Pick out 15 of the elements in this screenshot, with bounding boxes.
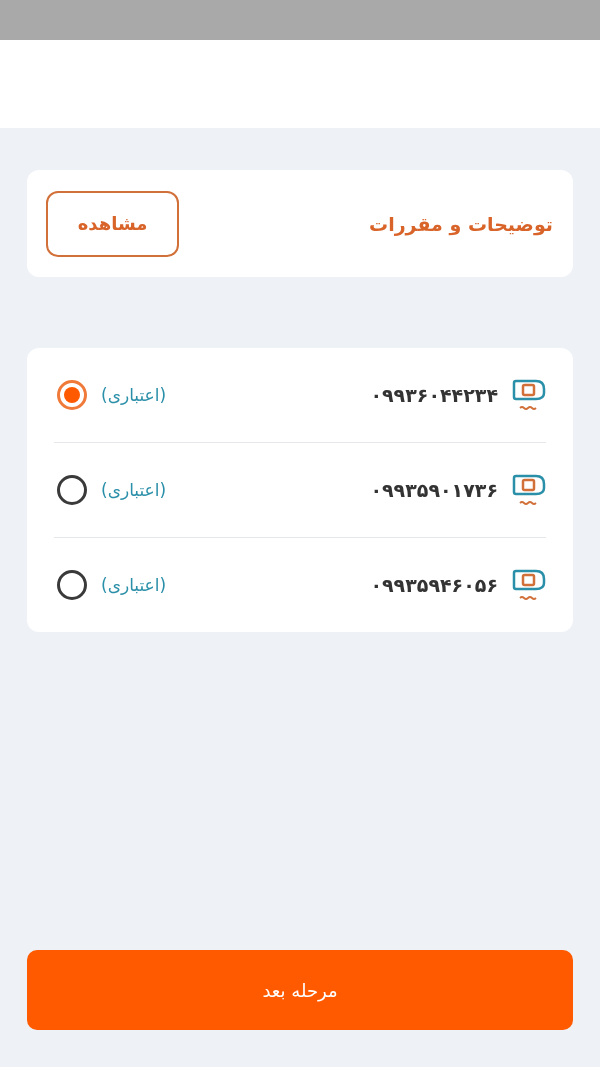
radio-button[interactable] xyxy=(57,570,87,600)
view-button[interactable]: مشاهده xyxy=(46,190,179,257)
line-type: (اعتباری) xyxy=(101,385,167,405)
radio-button[interactable] xyxy=(57,475,87,505)
radio-button[interactable] xyxy=(57,380,87,410)
phone-number: ۰۹۹۳۶۰۴۴۲۳۴ xyxy=(370,384,498,406)
phone-number: ۰۹۹۳۵۹۰۱۷۳۶ xyxy=(370,479,498,501)
sim-card-icon xyxy=(512,377,546,413)
line-type: (اعتباری) xyxy=(101,575,167,595)
sim-card-icon xyxy=(512,472,546,508)
next-button[interactable]: مرحله بعد xyxy=(27,950,573,1030)
sim-card-icon xyxy=(512,567,546,603)
terms-title: توضیحات و مقررات xyxy=(369,212,553,235)
phone-number: ۰۹۹۳۵۹۴۶۰۵۶ xyxy=(370,574,498,596)
line-type: (اعتباری) xyxy=(101,480,167,500)
